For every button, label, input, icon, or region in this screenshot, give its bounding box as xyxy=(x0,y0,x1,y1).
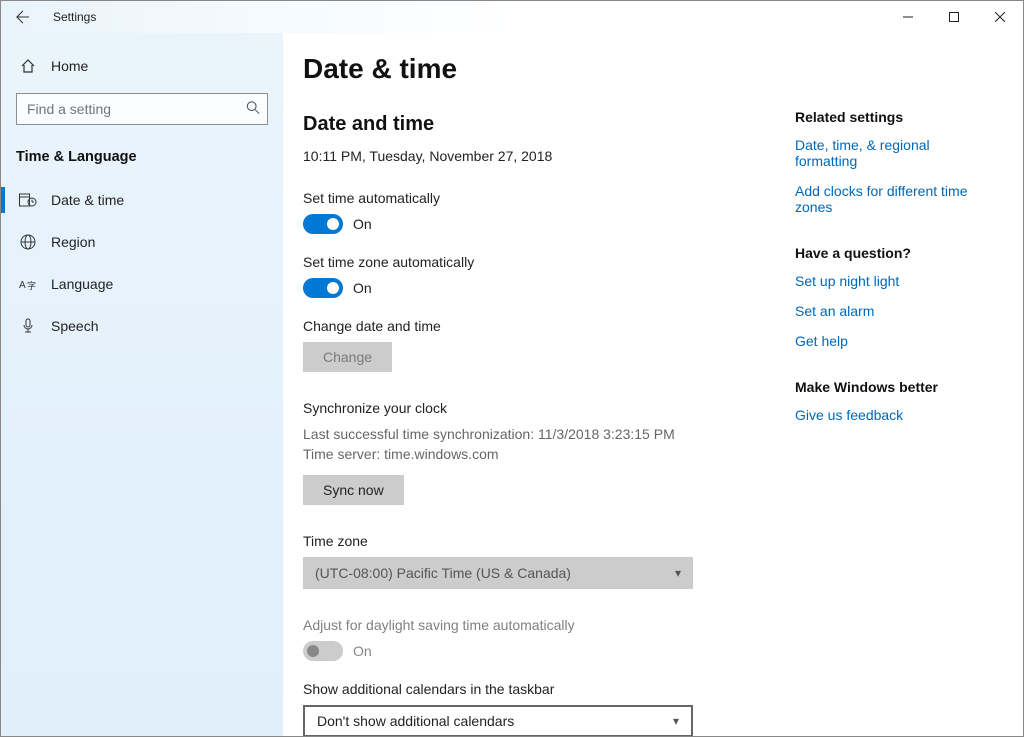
search-container xyxy=(16,93,268,125)
have-question-heading: Have a question? xyxy=(795,245,995,261)
search-icon xyxy=(246,101,260,118)
minimize-icon xyxy=(903,12,913,22)
search-input[interactable] xyxy=(16,93,268,125)
maximize-icon xyxy=(949,12,959,22)
related-settings-heading: Related settings xyxy=(795,109,995,125)
home-icon xyxy=(19,57,37,75)
svg-text:字: 字 xyxy=(27,280,36,291)
link-give-feedback[interactable]: Give us feedback xyxy=(795,407,995,423)
close-icon xyxy=(995,12,1005,22)
language-icon: A字 xyxy=(19,275,37,293)
maximize-button[interactable] xyxy=(931,1,977,33)
window-controls xyxy=(885,1,1023,33)
sidebar-home[interactable]: Home xyxy=(1,51,283,81)
dst-toggle xyxy=(303,641,343,661)
timezone-dropdown[interactable]: (UTC-08:00) Pacific Time (US & Canada) ▾ xyxy=(303,557,693,589)
sync-heading: Synchronize your clock xyxy=(303,400,773,416)
link-get-help[interactable]: Get help xyxy=(795,333,995,349)
sync-server: Time server: time.windows.com xyxy=(303,444,773,464)
link-add-clocks[interactable]: Add clocks for different time zones xyxy=(795,183,995,215)
addl-cal-dropdown[interactable]: Don't show additional calendars ▾ xyxy=(303,705,693,736)
sidebar-item-language[interactable]: A字 Language xyxy=(1,263,283,305)
sidebar-item-label: Language xyxy=(51,276,113,292)
dst-label: Adjust for daylight saving time automati… xyxy=(303,617,773,633)
close-button[interactable] xyxy=(977,1,1023,33)
globe-icon xyxy=(19,233,37,251)
sync-now-button[interactable]: Sync now xyxy=(303,475,404,505)
svg-text:A: A xyxy=(19,280,26,291)
page-title: Date & time xyxy=(303,53,773,85)
back-arrow-icon xyxy=(16,10,30,24)
window-title: Settings xyxy=(45,10,96,24)
set-time-auto-toggle[interactable] xyxy=(303,214,343,234)
timezone-heading: Time zone xyxy=(303,533,773,549)
chevron-down-icon: ▾ xyxy=(675,566,681,580)
link-set-alarm[interactable]: Set an alarm xyxy=(795,303,995,319)
addl-cal-value: Don't show additional calendars xyxy=(317,713,514,729)
sidebar-item-label: Date & time xyxy=(51,192,124,208)
dst-state: On xyxy=(353,643,372,659)
titlebar: Settings xyxy=(1,1,1023,33)
sidebar-home-label: Home xyxy=(51,58,88,74)
make-windows-better-heading: Make Windows better xyxy=(795,379,995,395)
change-datetime-label: Change date and time xyxy=(303,318,773,334)
addl-cal-label: Show additional calendars in the taskbar xyxy=(303,681,773,697)
set-time-auto-label: Set time automatically xyxy=(303,190,773,206)
link-night-light[interactable]: Set up night light xyxy=(795,273,995,289)
set-tz-auto-state: On xyxy=(353,280,372,296)
current-datetime: 10:11 PM, Tuesday, November 27, 2018 xyxy=(303,148,773,164)
sidebar-item-label: Speech xyxy=(51,318,98,334)
sidebar-item-date-time[interactable]: Date & time xyxy=(1,179,283,221)
sidebar-item-label: Region xyxy=(51,234,95,250)
microphone-icon xyxy=(19,317,37,335)
change-button[interactable]: Change xyxy=(303,342,392,372)
link-date-time-regional[interactable]: Date, time, & regional formatting xyxy=(795,137,995,169)
chevron-down-icon: ▾ xyxy=(673,714,679,728)
clock-calendar-icon xyxy=(19,191,37,209)
minimize-button[interactable] xyxy=(885,1,931,33)
back-button[interactable] xyxy=(1,1,45,33)
sidebar-item-region[interactable]: Region xyxy=(1,221,283,263)
sidebar-item-speech[interactable]: Speech xyxy=(1,305,283,347)
timezone-value: (UTC-08:00) Pacific Time (US & Canada) xyxy=(315,565,571,581)
sidebar: Home Time & Language Date & time Region xyxy=(1,33,283,736)
set-tz-auto-toggle[interactable] xyxy=(303,278,343,298)
right-column: Related settings Date, time, & regional … xyxy=(795,53,995,716)
sidebar-category: Time & Language xyxy=(1,145,283,179)
sync-last-success: Last successful time synchronization: 11… xyxy=(303,424,773,444)
datetime-heading: Date and time xyxy=(303,113,773,136)
content-area: Date & time Date and time 10:11 PM, Tues… xyxy=(283,33,1023,736)
set-tz-auto-label: Set time zone automatically xyxy=(303,254,773,270)
set-time-auto-state: On xyxy=(353,216,372,232)
